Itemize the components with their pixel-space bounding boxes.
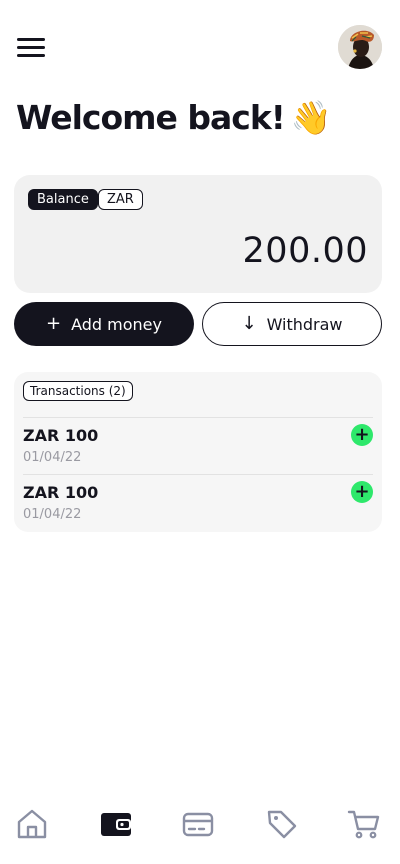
nav-cart[interactable] [346, 806, 382, 842]
welcome-heading: Welcome back! 👋 [16, 98, 332, 138]
wallet-icon [101, 813, 131, 836]
balance-card: Balance ZAR 200.00 [14, 175, 382, 293]
avatar-image [338, 25, 382, 69]
arrow-down-icon: ↓ [241, 313, 257, 334]
card-icon [182, 812, 214, 837]
transaction-amount: ZAR 100 [23, 483, 99, 502]
transaction-row[interactable]: ZAR 100 01/04/22 + [23, 474, 373, 531]
transactions-card: Transactions (2) ZAR 100 01/04/22 + ZAR … [14, 372, 382, 532]
avatar[interactable] [338, 25, 382, 69]
welcome-title: Welcome back! [16, 98, 286, 137]
plus-circle-icon: + [351, 481, 373, 503]
withdraw-button[interactable]: ↓ Withdraw [202, 302, 382, 346]
waving-hand-emoji: 👋 [290, 98, 332, 137]
transaction-date: 01/04/22 [23, 450, 82, 465]
bottom-navigation [0, 800, 400, 852]
cart-icon [347, 810, 380, 839]
balance-chip: Balance [28, 189, 98, 210]
transaction-date: 01/04/22 [23, 507, 82, 522]
plus-icon: + [46, 313, 62, 334]
nav-cards[interactable] [180, 806, 216, 842]
nav-home[interactable] [14, 806, 50, 842]
nav-deals[interactable] [264, 806, 300, 842]
tag-icon [267, 810, 297, 839]
home-icon [17, 809, 47, 839]
transactions-header: Transactions (2) [23, 381, 133, 401]
plus-circle-icon: + [351, 424, 373, 446]
menu-icon[interactable] [17, 36, 47, 60]
add-money-button[interactable]: + Add money [14, 302, 194, 346]
add-money-label: Add money [71, 314, 162, 334]
withdraw-label: Withdraw [266, 314, 343, 334]
menu-bar [17, 38, 45, 41]
nav-wallet[interactable] [98, 806, 134, 842]
currency-chip[interactable]: ZAR [98, 189, 143, 210]
transaction-row[interactable]: ZAR 100 01/04/22 + [23, 417, 373, 474]
balance-amount: 200.00 [242, 231, 368, 271]
menu-bar [17, 46, 45, 49]
transaction-amount: ZAR 100 [23, 426, 99, 445]
menu-bar [17, 54, 45, 57]
